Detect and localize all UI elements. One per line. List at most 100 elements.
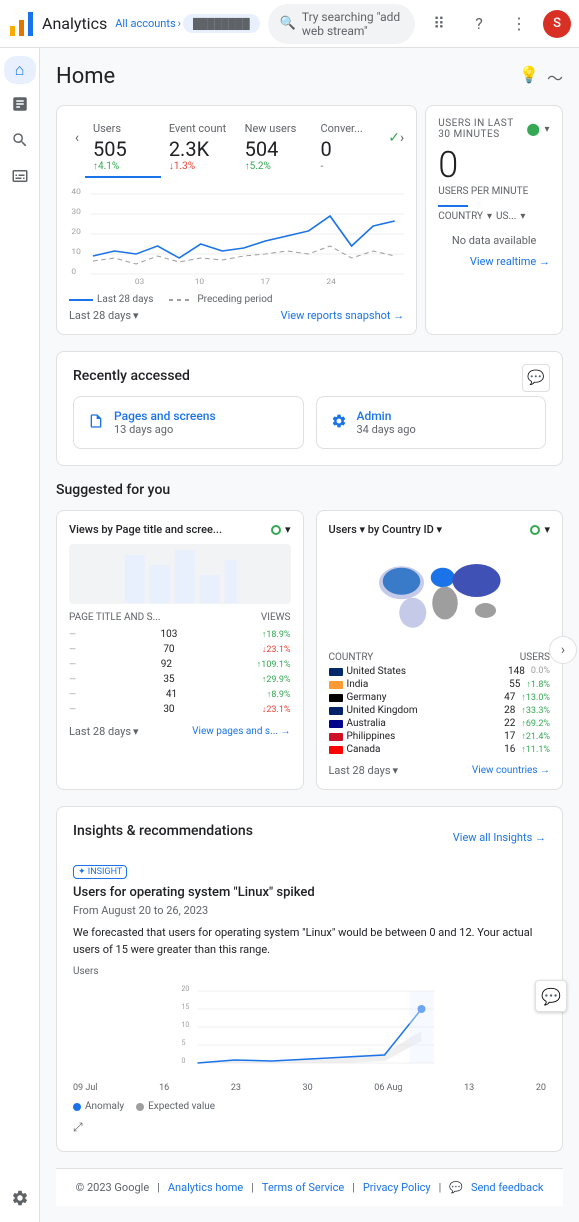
- views-date-range[interactable]: Last 28 days▾: [69, 725, 139, 738]
- realtime-count: 0: [438, 144, 550, 186]
- admin-icon: [329, 411, 349, 431]
- help-icon[interactable]: ?: [463, 8, 495, 40]
- suggested-card-views: Views by Page title and scree... ▾: [56, 510, 304, 790]
- search-icon: 🔍: [280, 16, 296, 31]
- legend-line-dashed: [169, 299, 193, 301]
- metric-new-users[interactable]: New users 504 ↑5.2%: [237, 118, 313, 178]
- terms-link[interactable]: Terms of Service: [262, 1181, 344, 1194]
- countries-card-footer: Last 28 days▾ View countries →: [329, 764, 551, 777]
- insights-section: Insights & recommendations View all Insi…: [56, 806, 563, 1152]
- no-data-message: No data available: [438, 226, 550, 255]
- account-selector[interactable]: All accounts › ████████: [115, 14, 259, 33]
- views-chart-placeholder: [69, 544, 291, 604]
- feedback-icon: 💬: [449, 1181, 463, 1194]
- metric-users-label: Users: [93, 122, 153, 135]
- analytics-home-link[interactable]: Analytics home: [168, 1181, 243, 1194]
- insight-legend: Anomaly Expected value: [73, 1101, 546, 1112]
- svg-text:20: 20: [71, 228, 80, 236]
- admin-time: 34 days ago: [357, 423, 416, 436]
- view-all-insights-link[interactable]: View all Insights →: [453, 831, 546, 844]
- table-row: —41↑8.9%: [69, 687, 291, 702]
- lightbulb-icon[interactable]: 💡: [519, 65, 539, 89]
- recent-card-admin[interactable]: Admin 34 days ago: [316, 396, 547, 449]
- pages-time: 13 days ago: [114, 423, 216, 436]
- app-title: Analytics: [42, 14, 107, 33]
- table-row: United Kingdom 28↑33.3%: [329, 704, 551, 717]
- realtime-menu-icon[interactable]: ▾: [544, 124, 550, 135]
- table-row: —35↑29.9%: [69, 672, 291, 687]
- green-dot-icon-2: [530, 525, 540, 535]
- countries-card-badge[interactable]: ▾: [530, 523, 550, 536]
- metrics-prev[interactable]: ‹: [69, 118, 85, 146]
- legend-solid: Last 28 days: [69, 294, 153, 305]
- table-row: —70↓23.1%: [69, 642, 291, 657]
- realtime-country-filter[interactable]: COUNTRY ▾ US... ▾: [438, 211, 550, 222]
- realtime-card: USERS IN LAST 30 MINUTES ⬤ ▾ 0 USERS PER…: [425, 105, 563, 335]
- realtime-status-icon: ⬤: [527, 122, 541, 136]
- layout: ⌂ Home 💡 〜 ‹: [0, 48, 579, 1222]
- green-dot-icon: [271, 525, 281, 535]
- sidebar-item-reports[interactable]: [4, 88, 36, 120]
- table-row: Philippines 17↑21.4%: [329, 730, 551, 743]
- privacy-link[interactable]: Privacy Policy: [363, 1181, 431, 1194]
- insights-header: Insights & recommendations View all Insi…: [73, 823, 546, 851]
- insight-chart: 20 15 10 5 0: [73, 981, 546, 1081]
- view-reports-link[interactable]: View reports snapshot →: [281, 309, 405, 322]
- realtime-sub-label: USERS PER MINUTE: [438, 186, 550, 197]
- metric-events-value: 2.3K: [169, 137, 229, 161]
- account-pill[interactable]: ████████: [183, 14, 260, 33]
- svg-text:5: 5: [182, 1039, 186, 1047]
- apps-icon[interactable]: ⠿: [423, 8, 455, 40]
- suggested-section: Suggested for you Views by Page title an…: [56, 482, 563, 790]
- suggested-nav-right[interactable]: ›: [549, 636, 577, 664]
- table-row: —30↓23.1%: [69, 702, 291, 717]
- metric-conversions[interactable]: Conver... 0 -: [312, 118, 388, 178]
- recently-accessed-title: Recently accessed: [73, 368, 546, 384]
- compare-icon[interactable]: 〜: [547, 65, 563, 89]
- sidebar-item-settings[interactable]: [4, 1182, 36, 1214]
- recent-card-pages[interactable]: Pages and screens 13 days ago: [73, 396, 304, 449]
- svg-text:0: 0: [182, 1057, 186, 1065]
- metric-conv-label: Conver...: [320, 122, 380, 135]
- anomaly-dot-icon: [73, 1103, 81, 1111]
- page-title: Home: [56, 64, 115, 89]
- topbar-actions: ⠿ ? ⋮ S: [423, 8, 571, 40]
- legend-dashed: Preceding period: [169, 294, 272, 305]
- table-row: United States 1480.0%: [329, 665, 551, 678]
- view-pages-link[interactable]: View pages and s... →: [192, 726, 290, 737]
- sidebar-item-explore[interactable]: [4, 124, 36, 156]
- expand-icon[interactable]: ⤢: [73, 1120, 546, 1135]
- views-card-badge[interactable]: ▾: [271, 523, 291, 536]
- countries-date-range[interactable]: Last 28 days▾: [329, 764, 399, 777]
- copyright: © 2023 Google: [76, 1181, 150, 1194]
- svg-text:15: 15: [182, 1003, 190, 1011]
- metric-events[interactable]: Event count 2.3K ↓1.3%: [161, 118, 237, 178]
- sidebar: ⌂: [0, 48, 40, 1222]
- chat-icon-float[interactable]: 💬: [522, 364, 550, 392]
- main-content: Home 💡 〜 ‹ Users 505 ↑4.1%: [40, 48, 579, 1222]
- sidebar-item-advertising[interactable]: [4, 160, 36, 192]
- view-countries-link[interactable]: View countries →: [472, 765, 550, 776]
- logo-area: Analytics: [8, 10, 107, 38]
- metric-users[interactable]: Users 505 ↑4.1%: [85, 118, 161, 178]
- table-row: Canada 16↑11.1%: [329, 743, 551, 756]
- feedback-link[interactable]: Send feedback: [471, 1181, 543, 1194]
- sidebar-item-home[interactable]: ⌂: [4, 56, 36, 84]
- insight-text: We forecasted that users for operating s…: [73, 925, 546, 958]
- insights-title: Insights & recommendations: [73, 823, 253, 839]
- view-realtime-link[interactable]: View realtime →: [438, 255, 550, 268]
- metrics-next[interactable]: ✓ ›: [388, 118, 404, 146]
- svg-text:40: 40: [71, 188, 80, 196]
- main-chart: 40 30 20 10 0: [69, 186, 404, 286]
- search-bar[interactable]: 🔍 Try searching "add web stream": [268, 4, 415, 44]
- date-range-selector[interactable]: Last 28 days ▾: [69, 309, 139, 322]
- world-map: [329, 544, 551, 644]
- table-row: Germany 47↑13.0%: [329, 691, 551, 704]
- more-icon[interactable]: ⋮: [503, 8, 535, 40]
- countries-card-header: Users ▾ by Country ID ▾ ▾: [329, 523, 551, 536]
- floating-chat-button[interactable]: 💬: [535, 980, 567, 1012]
- country-table-header: COUNTRY USERS: [329, 652, 551, 663]
- user-avatar[interactable]: S: [543, 10, 571, 38]
- suggested-inner: Views by Page title and scree... ▾: [56, 510, 563, 790]
- topbar: Analytics All accounts › ████████ 🔍 Try …: [0, 0, 579, 48]
